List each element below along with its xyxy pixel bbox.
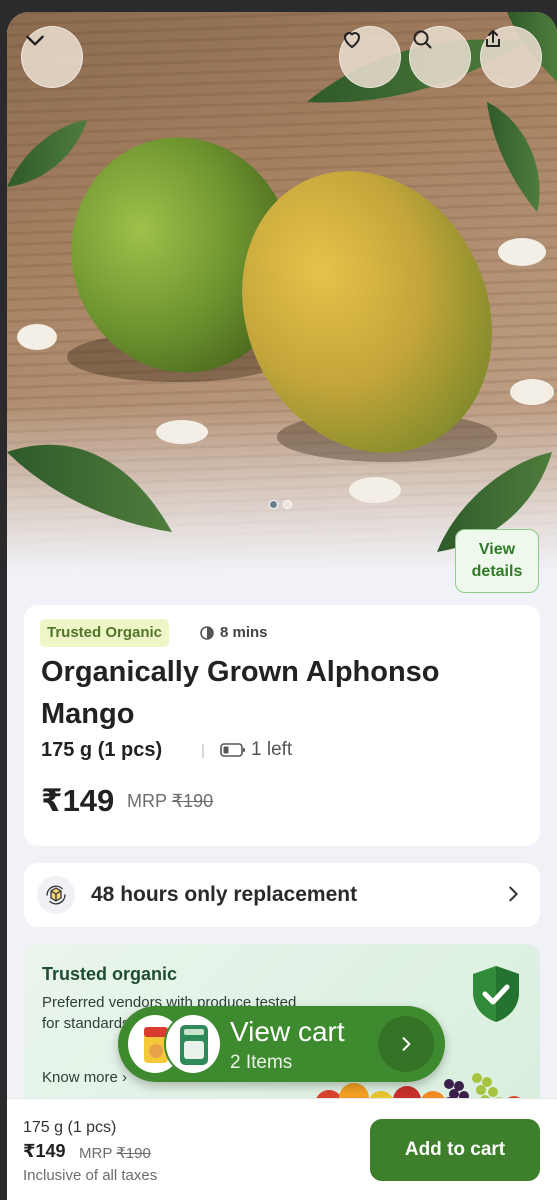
cart-item-count: 2 Items — [230, 1052, 293, 1073]
search-icon — [413, 30, 432, 49]
delivery-time-label: 8 mins — [220, 624, 268, 641]
bottom-price: ₹149 — [23, 1141, 66, 1161]
trusted-organic-badge: Trusted Organic — [40, 619, 170, 647]
mrp-label: MRP — [79, 1145, 113, 1162]
share-icon — [486, 30, 500, 47]
stock-label: 1 left — [251, 739, 293, 760]
stock-indicator: 1 left — [220, 739, 292, 761]
carousel-dot[interactable] — [283, 500, 292, 509]
view-cart-button[interactable]: View cart 2 Items — [118, 1006, 445, 1082]
powder-pack-icon — [180, 1025, 208, 1065]
box-refresh-icon — [46, 885, 66, 905]
carousel-indicator — [269, 500, 292, 509]
delivery-time: 8 mins — [200, 619, 268, 647]
chevron-down-icon — [26, 35, 44, 46]
product-mrp: MRP ₹190 — [127, 791, 213, 812]
product-image-carousel[interactable] — [7, 12, 557, 572]
bottom-mrp: MRP ₹190 — [79, 1144, 151, 1162]
product-screen: View details Trusted Organic 8 mins Orga… — [7, 12, 557, 1200]
product-title: Organically Grown Alphonso Mango — [41, 656, 440, 730]
chevron-right-icon — [402, 1037, 411, 1051]
view-cart-arrow — [378, 1016, 434, 1072]
view-details-label: details — [471, 563, 523, 580]
product-quantity: 175 g (1 pcs) — [41, 739, 163, 761]
replacement-icon — [37, 876, 75, 914]
mrp-value: ₹190 — [116, 1145, 151, 1162]
view-details-label: View — [478, 541, 516, 558]
mrp-value: ₹190 — [171, 791, 214, 811]
divider — [202, 744, 204, 758]
replacement-label: 48 hours only replacement — [91, 883, 358, 906]
chevron-right-icon — [509, 886, 518, 902]
clock-icon — [200, 626, 214, 640]
replacement-policy-row[interactable]: 48 hours only replacement — [24, 863, 540, 927]
shield-check-icon — [473, 966, 519, 1022]
share-button[interactable] — [480, 26, 542, 88]
collapse-button[interactable] — [21, 26, 83, 88]
view-details-button[interactable]: View details — [455, 529, 539, 593]
know-more-label: Know more — [42, 1069, 118, 1086]
wishlist-button[interactable] — [339, 26, 401, 88]
mango-image — [7, 12, 557, 552]
mrp-label: MRP — [127, 791, 167, 811]
bottom-quantity: 175 g (1 pcs) — [23, 1119, 117, 1136]
heart-icon — [344, 32, 360, 48]
product-info-card: Trusted Organic 8 mins Organically Grown… — [24, 605, 540, 846]
add-to-cart-button[interactable]: Add to cart — [370, 1119, 540, 1181]
product-price: ₹149 — [41, 783, 115, 818]
battery-low-icon — [220, 743, 245, 757]
know-more-link[interactable]: Know more › — [42, 1069, 127, 1086]
cart-item-thumbnail — [164, 1013, 222, 1075]
view-cart-label: View cart — [230, 1016, 345, 1047]
bottom-purchase-bar: 175 g (1 pcs) ₹149 MRP ₹190 Inclusive of… — [7, 1098, 557, 1200]
search-button[interactable] — [409, 26, 471, 88]
tax-note: Inclusive of all taxes — [23, 1167, 158, 1184]
carousel-dot[interactable] — [269, 500, 278, 509]
trusted-title: Trusted organic — [42, 964, 178, 984]
